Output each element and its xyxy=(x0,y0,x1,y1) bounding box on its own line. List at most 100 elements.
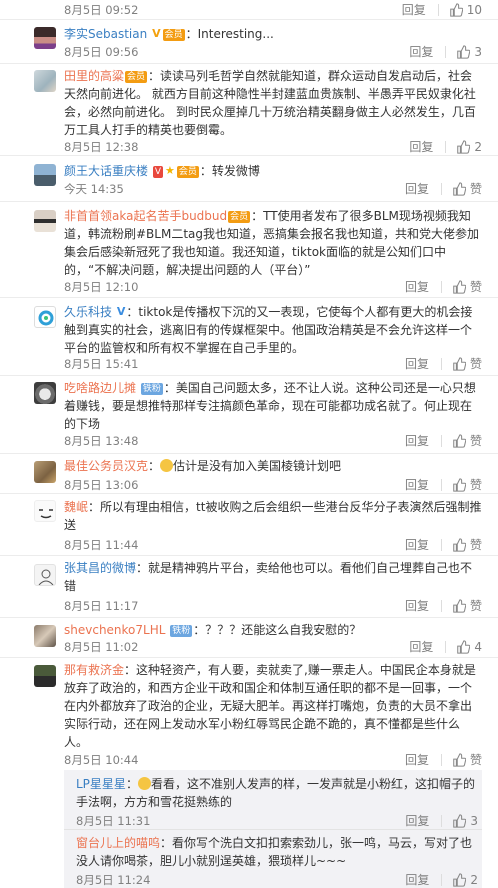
reply-button[interactable]: 回复 xyxy=(409,43,433,60)
avatar[interactable] xyxy=(34,625,56,647)
vip-badge[interactable]: 会员 xyxy=(176,166,199,178)
reply-button[interactable]: 回复 xyxy=(409,638,433,655)
username[interactable]: 久乐科技 xyxy=(64,305,112,319)
comment-body: 那有救济金：这种轻资产，有人要，卖就卖了,赚一票走人。中国民企本身就是放弃了政治… xyxy=(64,663,476,749)
comment-time: 今天 14:35 xyxy=(64,182,124,196)
like-count: 2 xyxy=(470,872,478,887)
thumbs-up-icon[interactable] xyxy=(452,598,466,613)
username[interactable]: 田里的高粱 xyxy=(64,69,124,83)
comment-body: 吃啥路边儿摊 铁粉 ：美国自己问题太多，还不让人说。这种公司还是一心只想着赚钱，要… xyxy=(64,381,476,431)
comment-item: 吃啥路边儿摊 铁粉 ：美国自己问题太多，还不让人说。这种公司还是一心只想着赚钱，要… xyxy=(0,376,498,454)
thumbs-up-icon[interactable] xyxy=(452,356,466,371)
comment-actions: 回复 赞 xyxy=(405,536,482,553)
comment-text: 转发微博 xyxy=(211,164,260,178)
reply-button[interactable]: 回复 xyxy=(405,536,429,553)
username[interactable]: 李实Sebastian xyxy=(64,27,147,41)
comment-time: 8月5日 15:41 xyxy=(64,357,139,371)
avatar[interactable] xyxy=(34,70,56,92)
person-sketch-icon xyxy=(38,569,54,585)
comment-body: 颜王大话重庆楼 V ★ 会员 ：转发微博 xyxy=(64,164,260,178)
comment-actions: 回复 10 xyxy=(402,1,482,18)
sub-reply-time: 8月5日 11:31 xyxy=(76,814,151,828)
avatar[interactable] xyxy=(34,382,56,404)
thumbs-up-icon[interactable] xyxy=(452,279,466,294)
comment-time: 8月5日 09:56 xyxy=(64,45,139,59)
thumbs-up-icon[interactable] xyxy=(452,752,466,767)
reply-button[interactable]: 回复 xyxy=(405,180,429,197)
comment-time: 8月5日 12:10 xyxy=(64,280,139,294)
verified-icon: V xyxy=(152,27,161,40)
verified-icon: V xyxy=(116,305,126,318)
reply-button[interactable]: 回复 xyxy=(409,138,433,155)
like-count: 赞 xyxy=(469,538,482,552)
reply-button[interactable]: 回复 xyxy=(405,871,429,888)
like-count: 赞 xyxy=(469,280,482,294)
comment-actions: 回复 赞 xyxy=(405,278,482,295)
username[interactable]: 魏岷 xyxy=(64,500,88,514)
avatar[interactable] xyxy=(34,564,56,586)
avatar[interactable] xyxy=(34,461,56,483)
comment-body: 张其昌的微博：就是精神鸦片平台，卖给他也可以。看他们自己埋葬自己也不错 xyxy=(64,561,473,593)
username[interactable]: 张其昌的微博 xyxy=(64,561,136,575)
thumbs-up-icon[interactable] xyxy=(452,537,466,552)
thumbs-up-icon[interactable] xyxy=(452,181,466,196)
comment-item: 8月5日 09:52 回复 10 xyxy=(0,0,498,20)
comment-time: 8月5日 13:06 xyxy=(64,478,139,492)
username[interactable]: 颜王大话重庆楼 xyxy=(64,164,148,178)
sub-reply-item: LP星星星： 看看，这不准别人发声的样，一发声就是小粉红，这扣帽子的手法啊，方方和… xyxy=(64,770,482,830)
sub-reply-time: 8月5日 11:24 xyxy=(76,873,151,887)
comment-time: 8月5日 09:52 xyxy=(64,3,139,17)
reply-button[interactable]: 回复 xyxy=(402,1,426,18)
avatar[interactable] xyxy=(34,210,56,232)
avatar[interactable] xyxy=(34,500,56,522)
username[interactable]: shevchenko7LHL xyxy=(64,623,165,637)
comment-item: 田里的高粱 会员 ：读读马列毛哲学自然就能知道，群众运动自发启动后，社会天然向前进化… xyxy=(0,64,498,156)
username[interactable]: 那有救济金 xyxy=(64,663,124,677)
thumbs-up-icon[interactable] xyxy=(452,872,467,887)
like-count: 3 xyxy=(470,813,478,828)
comment-body: 久乐科技 V：tiktok是传播权下沉的又一表现，它使每个人都有更大的机会接触到… xyxy=(64,305,473,355)
reply-button[interactable]: 回复 xyxy=(405,597,429,614)
like-count: 赞 xyxy=(469,434,482,448)
avatar[interactable] xyxy=(34,665,56,687)
reply-button[interactable]: 回复 xyxy=(405,812,429,829)
thumbs-up-icon[interactable] xyxy=(456,44,471,59)
thumbs-up-icon[interactable] xyxy=(452,433,466,448)
avatar[interactable] xyxy=(34,27,56,49)
fan-badge[interactable]: 铁粉 xyxy=(140,383,163,395)
like-count: 赞 xyxy=(469,182,482,196)
fan-badge[interactable]: 铁粉 xyxy=(170,625,193,637)
vip-badge[interactable]: 会员 xyxy=(125,71,148,83)
thumbs-up-icon[interactable] xyxy=(452,477,466,492)
comment-feed: 8月5日 09:52 回复 10 李实Sebastian V 会员 ：Interes… xyxy=(0,0,498,888)
like-count: 赞 xyxy=(469,478,482,492)
reply-button[interactable]: 回复 xyxy=(405,751,429,768)
reply-button[interactable]: 回复 xyxy=(405,355,429,372)
like-count: 赞 xyxy=(469,753,482,767)
username[interactable]: 吃啥路边儿摊 xyxy=(64,381,136,395)
comment-item: 魏岷：所以有理由相信，tt被收购之后会组织一些港台反华分子表演然后强制推送 8月… xyxy=(0,494,498,556)
username[interactable]: 窗台儿上的喵呜 xyxy=(76,836,160,850)
thumbs-up-icon[interactable] xyxy=(456,139,471,154)
comment-text: Interesting... xyxy=(197,27,274,41)
comment-body: 魏岷：所以有理由相信，tt被收购之后会组织一些港台反华分子表演然后强制推送 xyxy=(64,500,482,532)
like-count: 10 xyxy=(466,2,482,17)
avatar[interactable] xyxy=(34,306,56,328)
thumbs-up-icon[interactable] xyxy=(452,813,467,828)
vip-badge[interactable]: 会员 xyxy=(162,29,185,41)
username[interactable]: 非首首领aka起名苦手budbud xyxy=(64,209,227,223)
username[interactable]: LP星星星 xyxy=(76,777,126,791)
comment-actions: 回复 赞 xyxy=(405,180,482,197)
username[interactable]: 最佳公务员汉克 xyxy=(64,459,148,473)
like-count: 2 xyxy=(474,139,482,154)
reply-button[interactable]: 回复 xyxy=(405,476,429,493)
reply-button[interactable]: 回复 xyxy=(405,278,429,295)
thumbs-up-icon[interactable] xyxy=(449,2,463,17)
avatar[interactable] xyxy=(34,164,56,186)
comment-actions: 回复 4 xyxy=(409,638,482,655)
thumbs-up-icon[interactable] xyxy=(456,639,471,654)
vip-badge[interactable]: 会员 xyxy=(228,211,251,223)
comment-actions: 回复 赞 xyxy=(405,432,482,449)
comment-actions: 回复 3 xyxy=(409,43,482,60)
reply-button[interactable]: 回复 xyxy=(405,432,429,449)
